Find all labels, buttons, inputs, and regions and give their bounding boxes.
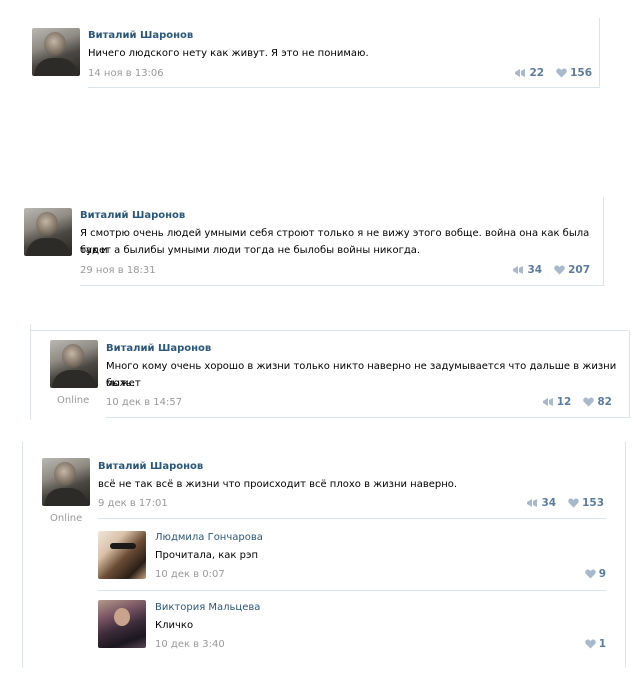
heart-icon xyxy=(584,639,596,649)
post-date[interactable]: 10 дек в 14:57 xyxy=(106,397,182,408)
like-button[interactable]: 156 xyxy=(556,67,592,79)
comment-like-button[interactable]: 9 xyxy=(584,568,606,580)
divider xyxy=(22,442,23,668)
comment: Людмила Гончарова Прочитала, как рэп 10 … xyxy=(98,526,606,592)
avatar[interactable] xyxy=(24,208,72,256)
like-count: 156 xyxy=(570,67,592,79)
share-button[interactable]: 12 xyxy=(542,396,572,408)
post-text: Ничего людского нету как живут. Я это не… xyxy=(88,48,369,59)
divider xyxy=(106,417,630,418)
divider xyxy=(98,518,606,519)
megaphone-icon xyxy=(527,499,538,507)
share-count: 22 xyxy=(529,67,545,79)
post-date[interactable]: 14 ноя в 13:06 xyxy=(88,68,164,79)
comment: Виктория Мальцева Кличко 10 дек в 3:40 1 xyxy=(98,596,606,662)
share-button[interactable]: 22 xyxy=(514,67,544,79)
share-count: 34 xyxy=(541,497,557,509)
avatar[interactable] xyxy=(32,28,80,76)
post-text-line: Много кому очень хорошо в жизни только н… xyxy=(106,361,617,389)
like-count: 9 xyxy=(598,568,606,580)
divider xyxy=(625,442,626,668)
divider xyxy=(599,18,600,88)
comment-date[interactable]: 10 дек в 0:07 xyxy=(155,569,225,580)
online-status: Online xyxy=(57,395,90,406)
heart-icon xyxy=(554,265,565,275)
post-stats: 34 153 xyxy=(526,497,604,509)
post-card: Виталий Шаронов Ничего людского нету как… xyxy=(28,18,600,90)
comment-text: Прочитала, как рэп xyxy=(155,550,258,561)
post-card: Online Виталий Шаронов всё не так всё в … xyxy=(22,442,626,668)
commenter-avatar[interactable] xyxy=(98,600,146,648)
like-count: 82 xyxy=(597,396,612,408)
divider xyxy=(30,324,31,420)
post-stats: 12 82 xyxy=(542,396,612,408)
divider xyxy=(98,590,606,591)
like-button[interactable]: 207 xyxy=(554,264,590,276)
post-stats: 34 207 xyxy=(512,264,590,276)
post-author[interactable]: Виталий Шаронов xyxy=(106,343,211,354)
like-count: 207 xyxy=(568,264,590,276)
online-status: Online xyxy=(50,513,83,524)
post-author[interactable]: Виталий Шаронов xyxy=(98,461,203,472)
divider xyxy=(88,87,600,88)
comment-author[interactable]: Виктория Мальцева xyxy=(155,602,260,613)
heart-icon xyxy=(556,68,567,78)
post-text-line: будет а былибы умными люди тогда не было… xyxy=(80,245,421,256)
post-author[interactable]: Виталий Шаронов xyxy=(80,210,185,221)
share-button[interactable]: 34 xyxy=(512,264,542,276)
divider xyxy=(629,330,630,418)
post-author[interactable]: Виталий Шаронов xyxy=(88,30,193,41)
megaphone-icon xyxy=(513,266,524,274)
like-count: 153 xyxy=(582,497,604,509)
megaphone-icon xyxy=(542,398,553,406)
divider xyxy=(30,330,628,331)
comment-date[interactable]: 10 дек в 3:40 xyxy=(155,639,225,650)
megaphone-icon xyxy=(515,69,526,77)
like-button[interactable]: 153 xyxy=(568,497,604,509)
heart-icon xyxy=(568,498,579,508)
post-date[interactable]: 29 ноя в 18:31 xyxy=(80,265,156,276)
like-count: 1 xyxy=(598,638,606,650)
comment-author[interactable]: Людмила Гончарова xyxy=(155,532,263,543)
share-button[interactable]: 34 xyxy=(526,497,556,509)
post-stats: 22 156 xyxy=(514,67,592,79)
divider xyxy=(80,285,604,286)
post-card: Online Виталий Шаронов Много кому очень … xyxy=(30,324,630,420)
avatar[interactable] xyxy=(50,340,98,388)
post-date[interactable]: 9 дек в 17:01 xyxy=(98,498,168,509)
heart-icon xyxy=(584,569,596,579)
post-text-line: быть. xyxy=(106,378,135,389)
post-text: всё не так всё в жизни что происходит вс… xyxy=(98,479,458,490)
like-button[interactable]: 82 xyxy=(583,396,612,408)
heart-icon xyxy=(583,397,595,407)
comment-text: Кличко xyxy=(155,620,194,631)
commenter-avatar[interactable] xyxy=(98,531,146,579)
comment-like-button[interactable]: 1 xyxy=(584,638,606,650)
divider xyxy=(603,198,604,286)
share-count: 34 xyxy=(527,264,543,276)
share-count: 12 xyxy=(556,396,572,408)
avatar[interactable] xyxy=(42,458,90,506)
post-card: Виталий Шаронов Я смотрю очень людей умн… xyxy=(20,198,604,288)
